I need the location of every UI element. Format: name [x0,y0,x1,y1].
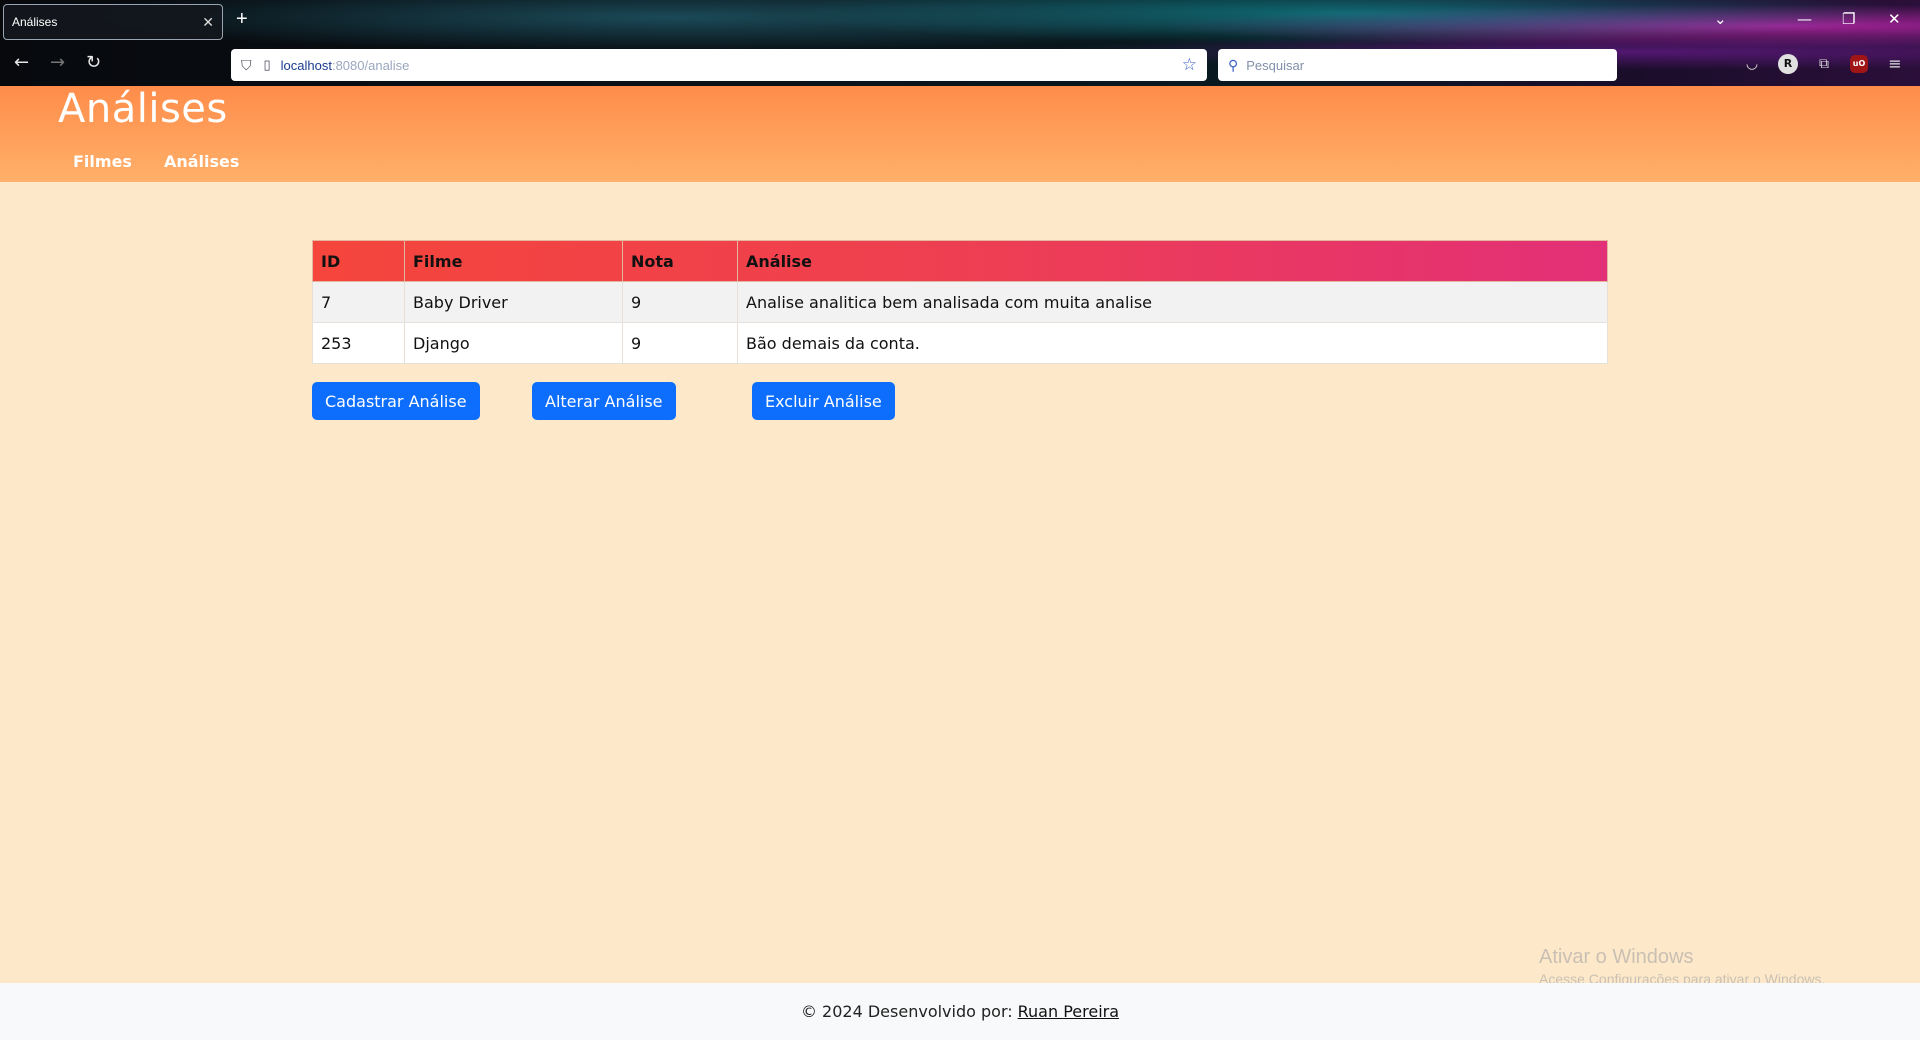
footer-author-link[interactable]: Ruan Pereira [1018,1002,1119,1021]
cell-filme: Django [404,322,623,364]
page-title: Análises [58,86,228,132]
site-header: Análises Filmes Análises [0,86,1920,182]
back-icon[interactable]: ← [14,52,29,73]
search-bar[interactable]: ⚲ Pesquisar [1218,49,1617,81]
analyses-table-container: ID Filme Nota Análise 7 Baby Driver 9 An… [312,240,1608,364]
search-placeholder: Pesquisar [1246,57,1305,73]
extensions-icon[interactable]: ⧉ [1814,54,1834,74]
column-header-filme: Filme [404,240,623,282]
tab-list-chevron-icon[interactable]: ⌄ [1714,10,1727,28]
close-window-icon[interactable]: ✕ [1888,10,1901,28]
delete-analysis-button[interactable]: Excluir Análise [752,382,895,420]
table-row[interactable]: 253 Django 9 Bão demais da conta. [312,322,1608,364]
main-nav: Filmes Análises [73,152,239,171]
table-header-row: ID Filme Nota Análise [312,240,1608,282]
ublock-icon[interactable]: uO [1850,55,1868,73]
url-path: :8080/analise [331,57,410,73]
site-footer: © 2024 Desenvolvido por: Ruan Pereira [0,983,1920,1040]
browser-chrome: Análises ✕ + ⌄ — ❐ ✕ ← → ↻ ⛉ ▯ localhost… [0,0,1920,86]
cell-filme: Baby Driver [404,281,623,323]
column-header-id: ID [312,240,405,282]
create-analysis-button[interactable]: Cadastrar Análise [312,382,480,420]
cell-id: 7 [312,281,405,323]
analyses-table: ID Filme Nota Análise 7 Baby Driver 9 An… [312,240,1608,364]
close-tab-icon[interactable]: ✕ [202,14,214,31]
url-host: localhost [280,57,332,73]
search-icon: ⚲ [1228,56,1239,73]
menu-icon[interactable]: ≡ [1885,54,1905,74]
watermark-title: Ativar o Windows [1539,946,1694,968]
nav-link-analises[interactable]: Análises [164,152,239,171]
table-row[interactable]: 7 Baby Driver 9 Analise analitica bem an… [312,281,1608,323]
shield-icon[interactable]: ⛉ [241,57,252,74]
page-info-icon[interactable]: ▯ [264,57,271,73]
cell-analise: Bão demais da conta. [737,322,1608,364]
nav-link-filmes[interactable]: Filmes [73,152,132,171]
windows-activation-watermark: Ativar o Windows Acesse Configurações pa… [1539,946,1825,987]
pocket-icon[interactable]: ◡ [1742,54,1762,74]
new-tab-button[interactable]: + [236,8,248,31]
cell-id: 253 [312,322,405,364]
bookmark-star-icon[interactable]: ☆ [1182,55,1197,75]
footer-text: © 2024 Desenvolvido por: [800,1002,1013,1021]
cell-nota: 9 [622,322,738,364]
url-bar[interactable]: ⛉ ▯ localhost:8080/analise ☆ [231,49,1207,81]
reload-icon[interactable]: ↻ [86,52,101,73]
browser-tab[interactable]: Análises ✕ [3,4,223,40]
restore-icon[interactable]: ❐ [1842,10,1855,28]
cell-analise: Analise analitica bem analisada com muit… [737,281,1608,323]
profile-icon[interactable]: R [1778,54,1798,74]
edit-analysis-button[interactable]: Alterar Análise [532,382,676,420]
column-header-analise: Análise [737,240,1608,282]
minimize-icon[interactable]: — [1797,10,1812,28]
column-header-nota: Nota [622,240,738,282]
tab-title: Análises [12,15,58,29]
forward-icon[interactable]: → [50,52,65,73]
cell-nota: 9 [622,281,738,323]
